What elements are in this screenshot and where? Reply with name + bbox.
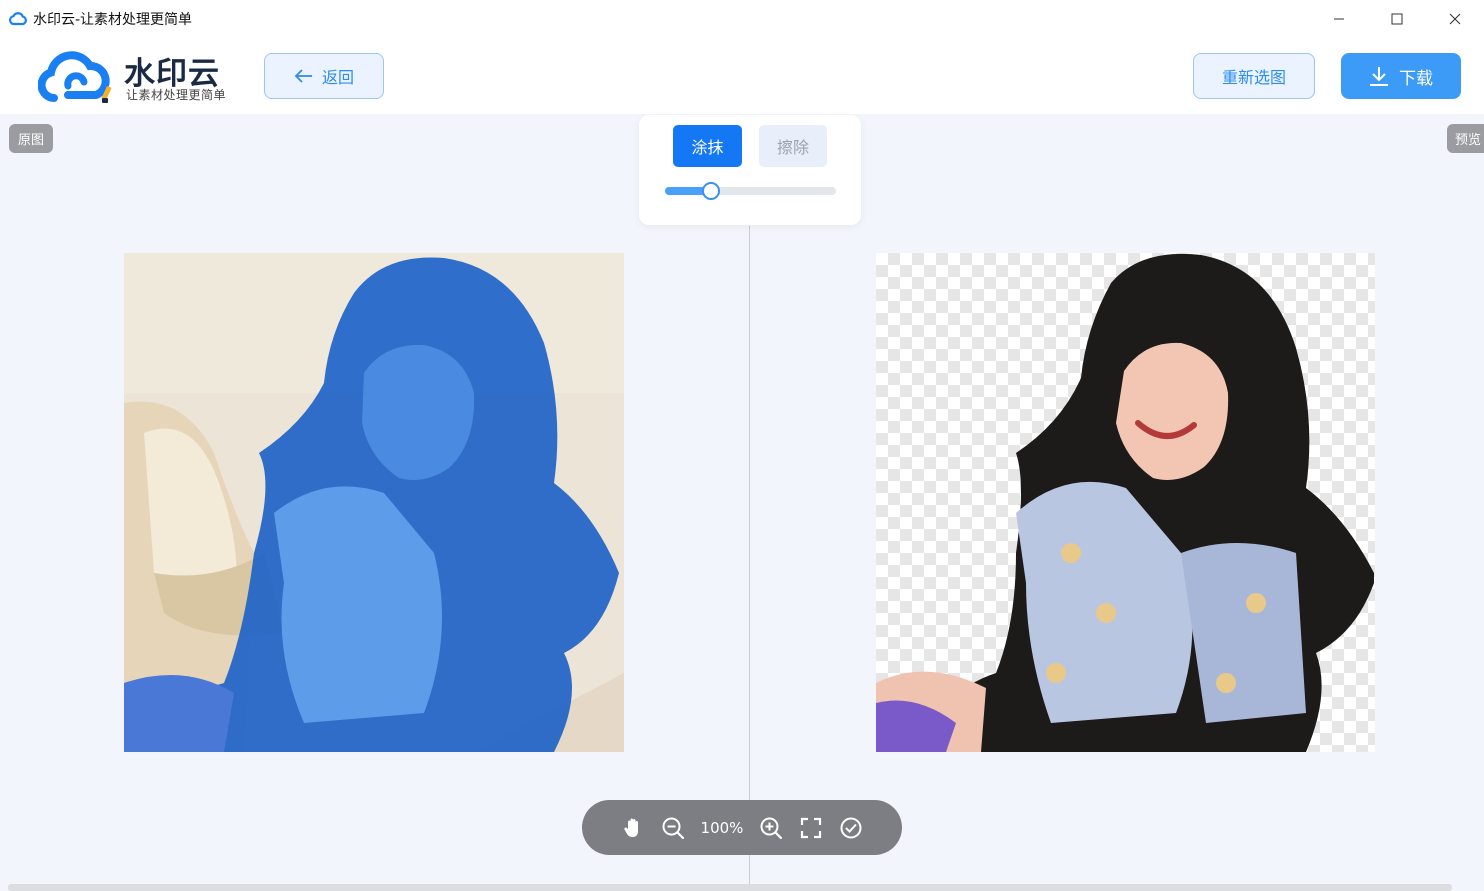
brush-tool-panel: 涂抹 擦除	[639, 115, 861, 225]
maximize-icon	[1391, 13, 1403, 25]
download-button-label: 下载	[1399, 68, 1433, 89]
brush-size-slider[interactable]	[665, 182, 836, 200]
zoom-out-button[interactable]	[653, 808, 693, 848]
preview-image-label: 预览	[1447, 124, 1484, 153]
close-button[interactable]	[1426, 0, 1484, 38]
arrow-left-icon	[294, 69, 312, 83]
brush-size-slider-thumb[interactable]	[702, 182, 721, 200]
minimize-icon	[1334, 18, 1344, 20]
fullscreen-icon	[800, 817, 822, 838]
zoom-out-icon	[662, 817, 685, 839]
download-icon	[1370, 67, 1388, 86]
minimize-button[interactable]	[1310, 0, 1368, 38]
smear-mode-button[interactable]: 涂抹	[673, 125, 742, 167]
cloud-logo-icon	[38, 51, 112, 103]
reselect-image-button[interactable]: 重新选图	[1193, 53, 1315, 99]
pan-hand-button[interactable]	[613, 808, 653, 848]
window-title: 水印云-让素材处理更简单	[33, 12, 193, 28]
fit-screen-button[interactable]	[791, 808, 831, 848]
zoom-level-value: 100%	[700, 818, 744, 837]
app-header: 水印云 让素材处理更简单 返回 重新选图 下载	[0, 38, 1484, 114]
reselect-button-label: 重新选图	[1221, 68, 1286, 87]
preview-photo	[876, 253, 1374, 752]
original-image-label: 原图	[9, 124, 53, 153]
back-button-label: 返回	[321, 68, 354, 87]
cloud-app-icon	[9, 12, 27, 26]
horizontal-scrollbar[interactable]	[8, 884, 1452, 891]
original-photo	[124, 253, 624, 752]
hand-icon	[624, 818, 638, 837]
app-logo: 水印云 让素材处理更简单	[38, 48, 238, 106]
split-divider	[749, 226, 750, 886]
brand-slogan: 让素材处理更简单	[126, 88, 227, 102]
original-image-canvas[interactable]	[124, 253, 624, 752]
zoom-toolbar: 100%	[582, 800, 902, 855]
download-button[interactable]: 下载	[1341, 53, 1461, 99]
preview-image-canvas[interactable]	[876, 253, 1375, 752]
check-circle-icon	[840, 817, 862, 838]
maximize-button[interactable]	[1368, 0, 1426, 38]
zoom-in-button[interactable]	[751, 808, 791, 848]
zoom-in-icon	[760, 817, 783, 839]
confirm-button[interactable]	[831, 808, 871, 848]
close-icon	[1449, 13, 1461, 25]
window-titlebar: 水印云-让素材处理更简单	[0, 0, 1484, 38]
back-button[interactable]: 返回	[264, 53, 384, 99]
erase-mode-button[interactable]: 擦除	[759, 125, 827, 167]
